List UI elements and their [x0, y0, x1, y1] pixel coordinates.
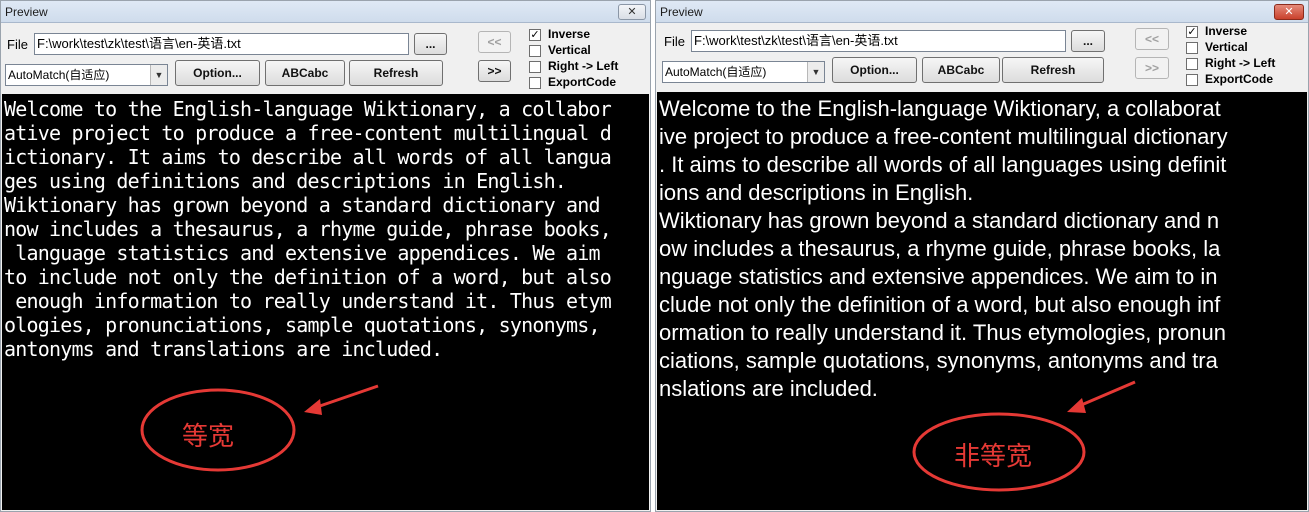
prev-page-button[interactable]: <<	[1135, 28, 1169, 50]
preview-line: Welcome to the English-language Wiktiona…	[659, 96, 1221, 121]
encoding-select[interactable]: AutoMatch(自适应) ▼	[5, 64, 168, 86]
preview-line: ciations, sample quotations, synonyms, a…	[659, 348, 1218, 373]
file-label: File	[7, 37, 28, 52]
preview-line: nslations are included.	[659, 376, 878, 401]
title-bar[interactable]: Preview ✕	[656, 1, 1308, 23]
preview-line: clude not only the definition of a word,…	[659, 292, 1221, 317]
checkbox-box[interactable]	[1186, 58, 1198, 70]
preview-line: Wiktionary has grown beyond a standard d…	[4, 193, 601, 217]
next-page-button[interactable]: >>	[1135, 57, 1169, 79]
preview-line: ive project to produce a free-content mu…	[659, 124, 1228, 149]
preview-line: nguage statistics and extensive appendic…	[659, 264, 1218, 289]
abcabc-button[interactable]: ABCabc	[922, 57, 1000, 83]
checkbox-label: Inverse	[1205, 24, 1248, 38]
preview-text: Welcome to the English-language Wiktiona…	[4, 97, 612, 361]
preview-canvas[interactable]: Welcome to the English-language Wiktiona…	[657, 92, 1307, 510]
preview-line: ictionary. It aims to describe all words…	[4, 145, 612, 169]
window-title: Preview	[5, 5, 48, 19]
preview-line: language statistics and extensive append…	[4, 241, 600, 265]
refresh-button[interactable]: Refresh	[1002, 57, 1104, 83]
close-button[interactable]: ✕	[618, 4, 646, 20]
preview-line: enough information to really understand …	[4, 289, 612, 313]
chevron-down-icon[interactable]: ▼	[807, 62, 824, 82]
preview-line: ow includes a thesaurus, a rhyme guide, …	[659, 236, 1221, 261]
browse-button[interactable]: ...	[414, 33, 447, 55]
checkbox-label: Right -> Left	[1205, 56, 1276, 70]
checkbox-label: ExportCode	[1205, 72, 1274, 86]
preview-line: to include not only the definition of a …	[4, 265, 612, 289]
annotation-arrow	[313, 384, 379, 410]
option-button[interactable]: Option...	[832, 57, 917, 83]
preview-line: ologies, pronunciations, sample quotatio…	[4, 313, 601, 337]
file-path-input[interactable]: F:\work\test\zk\test\语言\en-英语.txt	[34, 33, 409, 55]
browse-button[interactable]: ...	[1071, 30, 1105, 52]
preview-line: ative project to produce a free-content …	[4, 121, 612, 145]
checkbox-label: Vertical	[1205, 40, 1248, 54]
abcabc-button[interactable]: ABCabc	[265, 60, 345, 86]
checkbox-label: Inverse	[548, 27, 591, 41]
file-path-input[interactable]: F:\work\test\zk\test\语言\en-英语.txt	[691, 30, 1066, 52]
preview-canvas[interactable]: Welcome to the English-language Wiktiona…	[2, 94, 649, 510]
checkbox-box[interactable]: ✓	[1186, 26, 1198, 38]
window-title: Preview	[660, 5, 703, 19]
encoding-select[interactable]: AutoMatch(自适应) ▼	[662, 61, 825, 83]
checkbox-label: Right -> Left	[548, 59, 619, 73]
annotation-arrowhead	[304, 399, 322, 415]
checkbox-label: ExportCode	[548, 75, 617, 89]
preview-line: Welcome to the English-language Wiktiona…	[4, 97, 612, 121]
option-button[interactable]: Option...	[175, 60, 260, 86]
checkbox-box[interactable]	[529, 61, 541, 73]
encoding-select-value: AutoMatch(自适应)	[8, 68, 110, 82]
refresh-button[interactable]: Refresh	[349, 60, 443, 86]
checkbox-box[interactable]	[529, 77, 541, 89]
encoding-select-value: AutoMatch(自适应)	[665, 65, 767, 79]
checkbox-box[interactable]	[1186, 74, 1198, 86]
file-label: File	[664, 34, 685, 49]
checkbox-box[interactable]: ✓	[529, 29, 541, 41]
chevron-down-icon[interactable]: ▼	[150, 65, 167, 85]
preview-text: Welcome to the English-language Wiktiona…	[659, 95, 1228, 403]
title-bar[interactable]: Preview ✕	[1, 1, 650, 23]
preview-line: ions and descriptions in English.	[659, 180, 974, 205]
preview-window-proportional: Preview ✕ File F:\work\test\zk\test\语言\e…	[655, 0, 1309, 512]
preview-line: antonyms and translations are included.	[4, 337, 443, 361]
preview-line: Wiktionary has grown beyond a standard d…	[659, 208, 1220, 233]
preview-line: . It aims to describe all words of all l…	[659, 152, 1227, 177]
close-button[interactable]: ✕	[1274, 4, 1304, 20]
preview-line: ormation to really understand it. Thus e…	[659, 320, 1227, 345]
preview-window-monospace: Preview ✕ File F:\work\test\zk\test\语言\e…	[0, 0, 651, 512]
annotation-label: 非等宽	[954, 442, 1033, 472]
checkbox-box[interactable]	[529, 45, 541, 57]
prev-page-button[interactable]: <<	[478, 31, 511, 53]
checkbox-label: Vertical	[548, 43, 591, 57]
checkbox-box[interactable]	[1186, 42, 1198, 54]
next-page-button[interactable]: >>	[478, 60, 511, 82]
preview-line: now includes a thesaurus, a rhyme guide,…	[4, 217, 612, 241]
annotation-label: 等宽	[182, 422, 235, 452]
preview-line: ges using definitions and descriptions i…	[4, 169, 567, 193]
